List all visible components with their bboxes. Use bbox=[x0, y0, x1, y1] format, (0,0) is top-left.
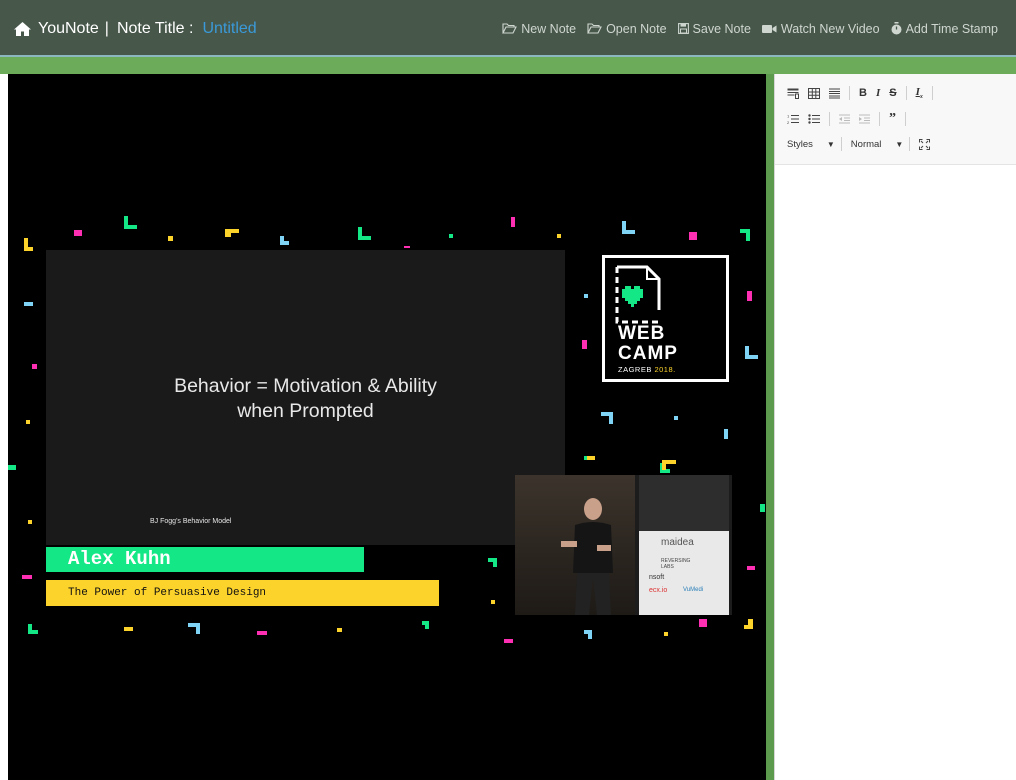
folder-open-icon bbox=[502, 23, 518, 34]
brand-separator: | bbox=[104, 19, 109, 37]
slide-title-line2: when Prompted bbox=[237, 400, 374, 422]
toolbar-row-2: 12 ” bbox=[787, 111, 915, 127]
toolbar-separator bbox=[840, 137, 842, 151]
styles-dropdown[interactable]: Styles ▼ bbox=[787, 139, 841, 150]
watch-new-video-button[interactable]: Watch New Video bbox=[761, 21, 880, 36]
horizontal-line-icon[interactable] bbox=[829, 88, 840, 99]
nav-menu: New Note Open Note Save Note Watch New V… bbox=[491, 0, 998, 57]
toolbar-separator bbox=[909, 137, 911, 151]
home-icon[interactable] bbox=[13, 21, 32, 37]
strikethrough-button[interactable]: S bbox=[889, 87, 896, 99]
sponsor-nsoft: nsoft bbox=[649, 574, 665, 581]
logo-line1: WEB bbox=[618, 323, 666, 344]
format-dropdown[interactable]: Normal ▼ bbox=[851, 139, 910, 150]
italic-button[interactable]: I bbox=[876, 87, 880, 99]
caret-down-icon: ▼ bbox=[895, 139, 904, 149]
floppy-disk-icon bbox=[677, 23, 689, 34]
caret-down-icon: ▼ bbox=[826, 139, 835, 149]
slide-title-line1: Behavior = Motivation & Ability bbox=[174, 375, 437, 397]
stopwatch-icon bbox=[891, 22, 902, 35]
slide-footer: BJ Fogg's Behavior Model bbox=[150, 518, 232, 525]
brand-area: YouNote | Note Title : Untitled bbox=[13, 0, 257, 57]
talk-title-banner: The Power of Persuasive Design bbox=[46, 580, 439, 606]
bulleted-list-icon[interactable] bbox=[808, 114, 820, 124]
sponsor-panel: maidea REVERSING LABS nsoft ecx.io VuMed… bbox=[639, 531, 729, 615]
logo-city-year: ZAGREB 2018. bbox=[618, 365, 676, 374]
blockquote-button[interactable]: ” bbox=[889, 111, 896, 127]
green-strip bbox=[0, 57, 1016, 74]
app-name[interactable]: YouNote bbox=[38, 20, 99, 38]
add-time-stamp-label: Add Time Stamp bbox=[905, 21, 998, 36]
sponsor-vumedi: VuMedi bbox=[683, 587, 704, 593]
svg-text:2: 2 bbox=[787, 120, 790, 124]
presentation-slide: Behavior = Motivation & Ability when Pro… bbox=[46, 250, 565, 545]
toolbar-separator bbox=[931, 86, 933, 101]
editor-toolbar: B I S Ix 12 ” Styles ▼ Normal ▼ bbox=[775, 74, 1016, 165]
svg-text:1: 1 bbox=[787, 114, 790, 119]
webcamp-logo: WEB CAMP ZAGREB 2018. bbox=[602, 255, 729, 382]
toolbar-separator bbox=[849, 86, 850, 101]
toolbar-separator bbox=[905, 86, 907, 101]
maximize-icon[interactable] bbox=[919, 138, 931, 150]
save-note-label: Save Note bbox=[692, 21, 751, 36]
remove-format-button[interactable]: Ix bbox=[916, 86, 923, 100]
video-camera-icon bbox=[761, 24, 777, 33]
open-note-button[interactable]: Open Note bbox=[587, 21, 667, 36]
toolbar-separator bbox=[905, 112, 906, 126]
table-icon[interactable] bbox=[808, 87, 820, 99]
toolbar-separator bbox=[879, 112, 880, 126]
styles-label: Styles bbox=[787, 138, 813, 150]
heart-document-icon bbox=[615, 265, 661, 324]
sponsor-ecx: ecx.io bbox=[649, 587, 668, 594]
add-time-stamp-button[interactable]: Add Time Stamp bbox=[891, 22, 998, 36]
folder-open-icon bbox=[587, 23, 602, 34]
sponsor-reversing-labs: REVERSING LABS bbox=[661, 558, 691, 570]
speaker-name-banner: Alex Kuhn bbox=[46, 547, 364, 572]
logo-line2: CAMP bbox=[618, 343, 678, 364]
new-note-button[interactable]: New Note bbox=[502, 22, 576, 36]
video-player[interactable]: Behavior = Motivation & Ability when Pro… bbox=[8, 74, 766, 780]
note-title-label: Note Title : bbox=[116, 19, 194, 37]
bold-button[interactable]: B bbox=[859, 87, 867, 99]
left-edge bbox=[0, 74, 8, 780]
table-format-icon[interactable] bbox=[787, 88, 799, 99]
speaker-figure bbox=[561, 498, 613, 615]
sponsor-maidea: maidea bbox=[661, 537, 694, 548]
top-navbar: YouNote | Note Title : Untitled New Note… bbox=[0, 0, 1016, 57]
logo-year: 2018. bbox=[654, 365, 676, 374]
numbered-list-icon[interactable]: 12 bbox=[787, 114, 799, 124]
indent-icon[interactable] bbox=[859, 114, 870, 124]
note-title-value[interactable]: Untitled bbox=[202, 20, 256, 38]
editor-content-area[interactable] bbox=[775, 165, 1016, 780]
new-note-label: New Note bbox=[521, 21, 577, 36]
format-label: Normal bbox=[850, 138, 882, 150]
logo-city: ZAGREB bbox=[618, 365, 652, 374]
toolbar-separator bbox=[829, 112, 830, 126]
save-note-button[interactable]: Save Note bbox=[677, 21, 751, 36]
speaker-camera-inset: maidea REVERSING LABS nsoft ecx.io VuMed… bbox=[515, 475, 732, 615]
outdent-icon[interactable] bbox=[839, 114, 850, 124]
note-editor: B I S Ix 12 ” Styles ▼ Normal ▼ bbox=[774, 74, 1016, 780]
slide-title: Behavior = Motivation & Ability when Pro… bbox=[46, 374, 565, 424]
open-note-label: Open Note bbox=[606, 21, 667, 36]
toolbar-row-1: B I S Ix bbox=[787, 86, 942, 100]
watch-new-video-label: Watch New Video bbox=[780, 21, 880, 36]
banner-top-panel bbox=[639, 475, 729, 532]
video-scroll-strip bbox=[766, 74, 774, 780]
toolbar-row-3: Styles ▼ Normal ▼ bbox=[787, 137, 931, 151]
